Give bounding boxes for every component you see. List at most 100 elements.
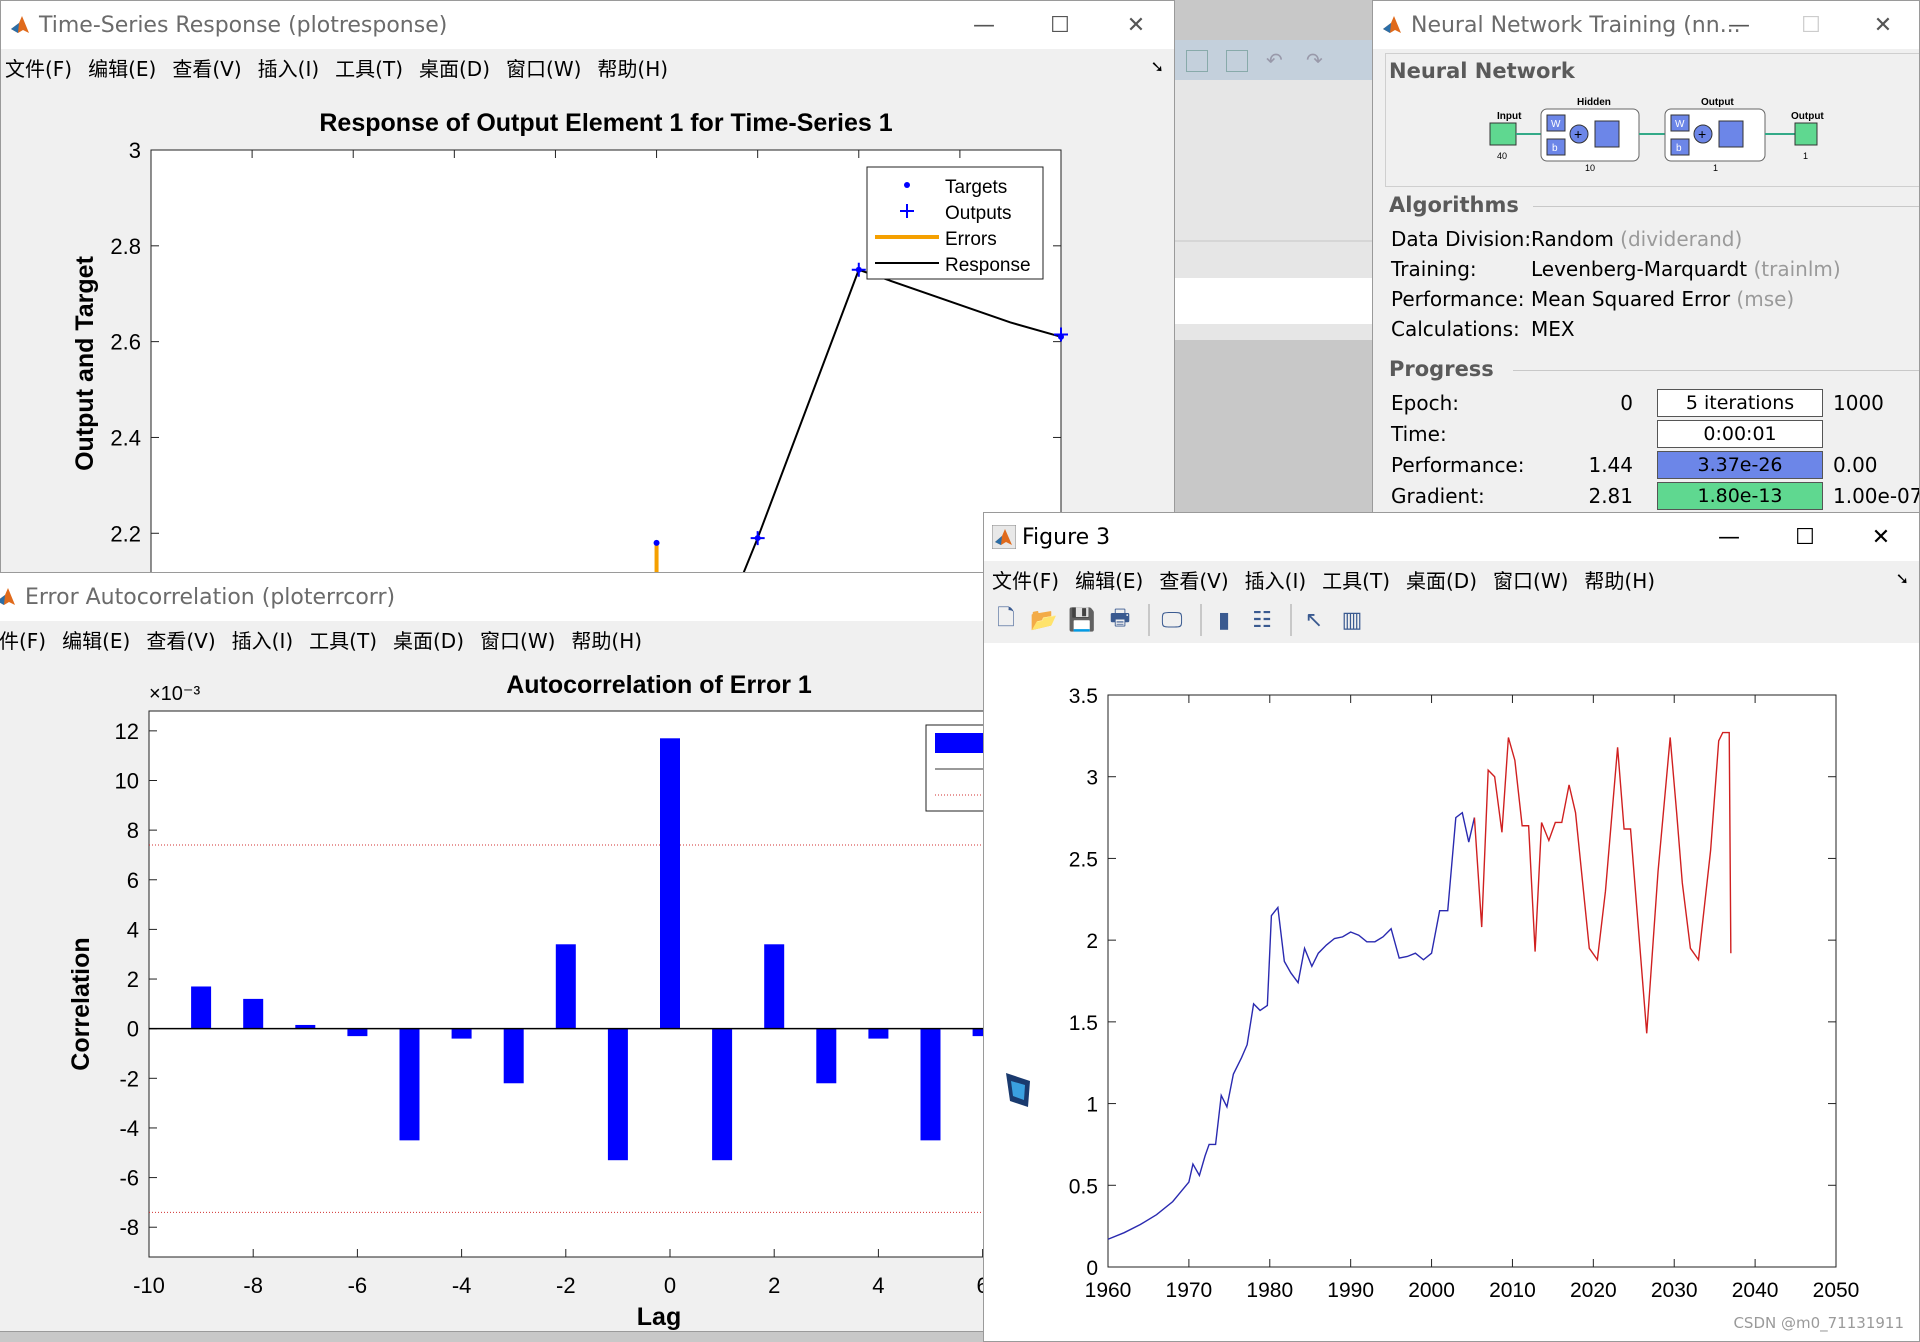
menu-item-3[interactable]: 插入(I) — [232, 625, 294, 654]
nntrain-titlebar: Neural Network Training (nn... — ☐ ✕ — [1373, 1, 1919, 49]
minimize-button[interactable]: — — [946, 1, 1022, 49]
legend-label: Response — [945, 255, 1031, 276]
diagram-hidden-activation — [1594, 120, 1620, 148]
legend-bar-swatch — [935, 733, 989, 753]
y-tick-label: 1.5 — [1069, 1012, 1098, 1035]
new-file-icon[interactable]: 🗋 — [990, 604, 1022, 636]
y-tick-label: 2.8 — [110, 234, 141, 259]
figure3-window: Figure 3 — ☐ ✕ 文件(F) 编辑(E) 查看(V) 插入(I) 工具(T)… — [983, 512, 1920, 1342]
nntrain-window: Neural Network Training (nn... — ☐ ✕ Neu… — [1372, 0, 1920, 520]
matlab-logo-icon — [1383, 16, 1401, 33]
algorithm-value: Mean Squared Error (mse) — [1531, 287, 1794, 311]
algorithm-value-text: Random — [1531, 227, 1614, 251]
menubar: 文件(F) 编辑(E) 查看(V) 插入(I) 工具(T) 桌面(D) 窗口(W) 帮助(H) — [984, 561, 1919, 597]
progress-start-value: 1.44 — [1588, 453, 1633, 477]
maximize-button[interactable]: ☐ — [1022, 1, 1098, 49]
y-tick-label: 3.5 — [1069, 685, 1098, 708]
diagram-output-size: 1 — [1713, 163, 1718, 173]
plot-axes-box — [1107, 694, 1837, 1268]
minimize-button[interactable]: — — [1703, 1, 1775, 49]
x-tick-label: 1990 — [1327, 1279, 1374, 1302]
toolbar-paste-icon[interactable] — [1226, 50, 1248, 72]
toolbar-copy-icon[interactable] — [1186, 50, 1208, 72]
menu-item-1[interactable]: 编辑(E) — [1075, 565, 1143, 594]
pointer-icon[interactable]: ↖ — [1298, 604, 1330, 636]
menu-item-4[interactable]: 工具(T) — [1322, 565, 1390, 594]
menu-item-1[interactable]: 编辑(E) — [62, 625, 130, 654]
window-title: Time-Series Response (plotresponse) — [39, 12, 448, 38]
minimize-button[interactable]: — — [1691, 513, 1767, 561]
menu-item-5[interactable]: 桌面(D) — [419, 53, 490, 82]
y-tick-label: 12 — [115, 719, 139, 744]
toolbar-redo-icon[interactable]: ↷ — [1306, 48, 1323, 72]
menu-item-1[interactable]: 编辑(E) — [88, 53, 156, 82]
menu-item-7[interactable]: 帮助(H) — [597, 53, 668, 82]
figure3-titlebar: Figure 3 — ☐ ✕ — [984, 513, 1919, 561]
y-tick-label: 3 — [1086, 767, 1098, 790]
autocorr-plot-area: Autocorrelation of Error 1 ×10⁻³ 12 10 8 6 4 2 0… — [0, 657, 989, 1331]
progress-section-title: Progress — [1389, 357, 1494, 381]
diagram-output-block — [1794, 122, 1818, 146]
y-tick-label: 0 — [1086, 1257, 1098, 1280]
menu-item-2[interactable]: 查看(V) — [1159, 565, 1228, 594]
y-tick-label: 2.6 — [110, 330, 141, 355]
menu-item-2[interactable]: 查看(V) — [146, 625, 215, 654]
menu-item-3[interactable]: 插入(I) — [1245, 565, 1307, 594]
algorithms-section-title: Algorithms — [1389, 193, 1519, 217]
menu-item-0[interactable]: 文件(F) — [5, 53, 72, 82]
menu-item-5[interactable]: 桌面(D) — [393, 625, 464, 654]
algorithm-label: Training: — [1391, 257, 1477, 281]
algorithm-function-name: (mse) — [1730, 287, 1795, 311]
print-icon[interactable]: 🖶 — [1104, 604, 1136, 636]
diagram-hidden-label: Hidden — [1577, 97, 1611, 108]
x-tick-label: 1960 — [1085, 1279, 1132, 1302]
window-title: Neural Network Training (nn... — [1411, 12, 1741, 38]
progress-current-value: 0:00:01 — [1703, 423, 1777, 445]
menu-item-0[interactable]: 件(F) — [0, 625, 46, 654]
algorithm-value-text: MEX — [1531, 317, 1575, 341]
autocorr-bar — [451, 1028, 472, 1039]
autocorr-bar — [764, 944, 785, 1029]
legend-targets-swatch — [904, 182, 910, 188]
menu-item-3[interactable]: 插入(I) — [258, 53, 320, 82]
close-button[interactable]: ✕ — [1098, 1, 1174, 49]
menu-item-7[interactable]: 帮助(H) — [571, 625, 642, 654]
response-chart: Response of Output Element 1 for Time-Se… — [71, 109, 1068, 579]
toolbar-separator — [1290, 604, 1292, 636]
menu-item-4[interactable]: 工具(T) — [335, 53, 403, 82]
toolbar-undo-icon[interactable]: ↶ — [1266, 48, 1283, 72]
chart-title: Autocorrelation of Error 1 — [506, 671, 812, 699]
maximize-button[interactable]: ☐ — [1767, 513, 1843, 561]
y-tick-label: 2.4 — [110, 425, 141, 450]
menu-item-6[interactable]: 窗口(W) — [480, 625, 555, 654]
legend-icon[interactable]: ☷ — [1246, 604, 1278, 636]
menu-item-4[interactable]: 工具(T) — [309, 625, 377, 654]
diagram-hidden-size: 10 — [1585, 163, 1595, 173]
close-button[interactable]: ✕ — [1847, 1, 1919, 49]
toolbar-toggle-arrow-icon[interactable]: ➘ — [1896, 569, 1909, 588]
legend-label: Outputs — [945, 203, 1012, 224]
algorithm-label: Calculations: — [1391, 317, 1520, 341]
menu-item-0[interactable]: 文件(F) — [992, 565, 1059, 594]
print-preview-icon[interactable]: 🖵 — [1156, 604, 1188, 636]
property-editor-icon[interactable]: ▥ — [1336, 604, 1368, 636]
target-point — [653, 539, 660, 546]
close-button[interactable]: ✕ — [1843, 513, 1919, 561]
menu-item-7[interactable]: 帮助(H) — [1584, 565, 1655, 594]
toolbar-toggle-arrow-icon[interactable]: ➘ — [1151, 57, 1164, 76]
menu-item-6[interactable]: 窗口(W) — [1493, 565, 1568, 594]
algorithm-value: Random (dividerand) — [1531, 227, 1742, 251]
y-tick-label: 3 — [129, 138, 141, 163]
diagram-output-layer-label: Output — [1701, 97, 1734, 108]
open-folder-icon[interactable]: 📂 — [1028, 604, 1060, 636]
y-tick-label: 0.5 — [1069, 1175, 1098, 1198]
figure3-plot-area: 3.5 3 2.5 2 1.5 1 0.5 0 1960 1970 1980 1990 2000 2010… — [984, 643, 1919, 1341]
colorbar-icon[interactable]: ▮ — [1208, 604, 1240, 636]
menu-item-5[interactable]: 桌面(D) — [1406, 565, 1477, 594]
save-icon[interactable]: 💾 — [1066, 604, 1098, 636]
menu-item-2[interactable]: 查看(V) — [172, 53, 241, 82]
maximize-button[interactable]: ☐ — [1775, 1, 1847, 49]
progress-current-value: 3.37e-26 — [1697, 454, 1783, 476]
menu-item-6[interactable]: 窗口(W) — [506, 53, 581, 82]
menubar: 件(F) 编辑(E) 查看(V) 插入(I) 工具(T) 桌面(D) 窗口(W) 帮助(H) — [0, 621, 989, 657]
